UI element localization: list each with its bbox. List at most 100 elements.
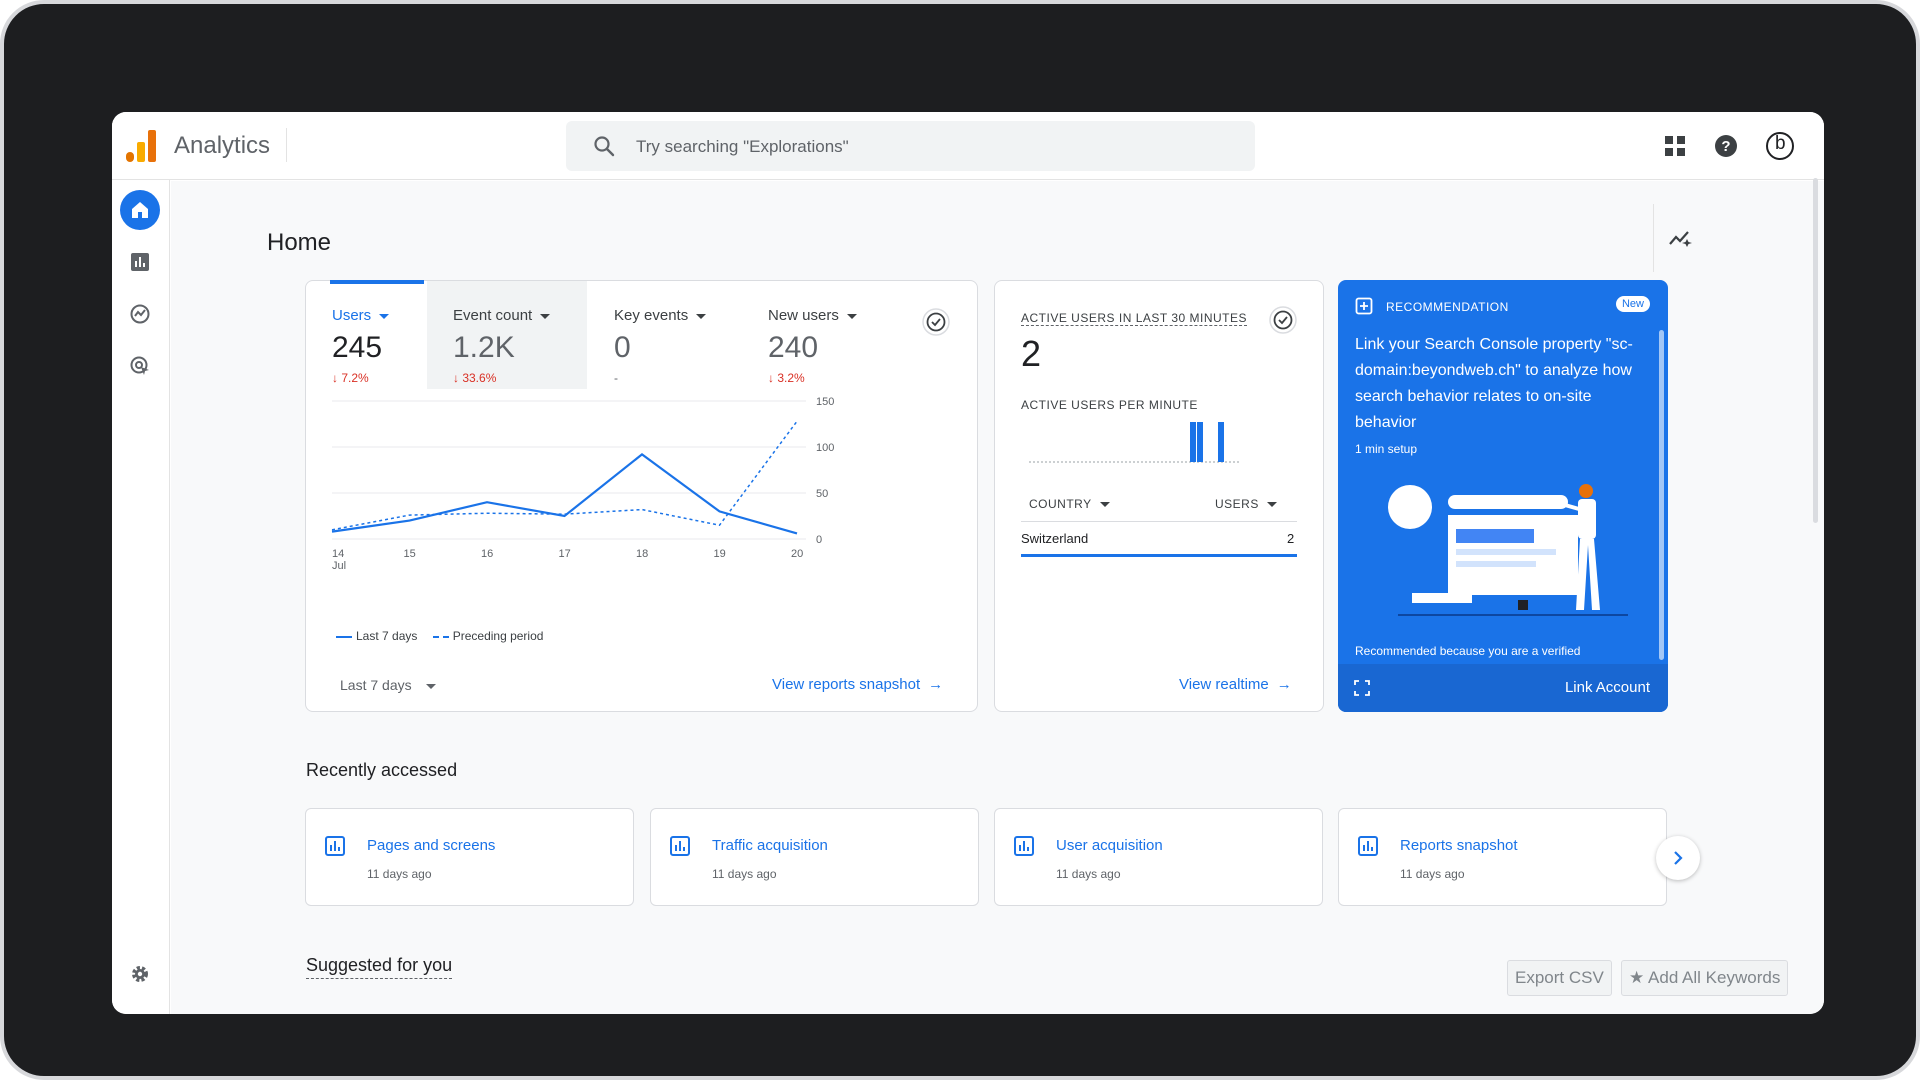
check-circle-icon[interactable] (1268, 305, 1298, 335)
caret-down-icon (1099, 502, 1110, 508)
minute-bar (1218, 422, 1224, 462)
x-tick-label: 14 (332, 548, 344, 560)
nav-advertising[interactable] (120, 346, 160, 386)
page-scrollbar[interactable] (1813, 178, 1818, 523)
bar-chart-icon (670, 836, 690, 856)
recently-accessed-title: Recently accessed (306, 760, 458, 780)
next-button[interactable] (1656, 836, 1700, 880)
realtime-title: ACTIVE USERS IN LAST 30 MINUTES (1021, 311, 1247, 326)
series-line-last-7-days (331, 452, 798, 535)
realtime-card: ACTIVE USERS IN LAST 30 MINUTES 2 ACTIVE… (994, 280, 1324, 712)
svg-text:?: ? (1721, 138, 1730, 155)
search-input[interactable]: Try searching "Explorations" (636, 137, 849, 157)
metrics-card: Users 245 ↓ 7.2% Event count 1.2K ↓ 33.6… (305, 280, 978, 712)
y-tick-label: 50 (816, 488, 828, 500)
y-tick-label: 150 (816, 396, 834, 408)
page-title: Home (267, 229, 332, 256)
new-badge: New (1615, 296, 1650, 312)
legend-label: Last 7 days (356, 629, 418, 643)
minute-bar (1197, 422, 1203, 462)
bar-chart-icon (1014, 836, 1034, 856)
active-users-count: 2 (1021, 333, 1042, 374)
recent-item-time: 11 days ago (367, 867, 432, 881)
bar-chart-icon (325, 836, 345, 856)
nav-home[interactable] (120, 190, 160, 230)
view-realtime-link[interactable]: View realtime → (1179, 676, 1292, 693)
divider (1653, 204, 1654, 272)
x-tick-sublabel: Jul (332, 560, 346, 572)
y-tick-label: 100 (816, 442, 834, 454)
search-icon (594, 136, 615, 157)
x-tick-label: 16 (481, 548, 493, 560)
setup-time: 1 min setup (1355, 442, 1418, 456)
left-nav-rail (112, 180, 170, 1014)
minute-bar (1190, 422, 1196, 462)
users-column-header[interactable]: USERS (1215, 497, 1277, 511)
legend-solid-swatch (336, 635, 352, 638)
nav-explore[interactable] (120, 294, 160, 334)
recent-item-reports-snapshot[interactable]: Reports snapshot 11 days ago (1338, 808, 1667, 906)
divider (286, 128, 287, 162)
recommendation-card: RECOMMENDATION New Link your Search Cons… (1338, 280, 1668, 712)
users-share-bar (1021, 554, 1297, 557)
recent-item-title: Reports snapshot (1400, 837, 1518, 854)
suggested-for-you-title: Suggested for you (306, 955, 453, 979)
illustration-person-browser (1388, 484, 1628, 616)
app-title[interactable]: Analytics (174, 132, 270, 160)
recent-item-time: 11 days ago (712, 867, 777, 881)
scrollbar[interactable] (1659, 330, 1664, 660)
analytics-logo[interactable] (126, 130, 156, 162)
recommendation-reason: Recommended because you are a verified (1355, 644, 1581, 658)
recent-item-traffic-acquisition[interactable]: Traffic acquisition 11 days ago (650, 808, 979, 906)
advertising-icon (130, 356, 149, 375)
users-line-chart: 150 100 50 0 14 15 16 17 18 19 20 Jul (331, 396, 834, 572)
x-tick-label: 19 (714, 548, 726, 560)
legend-dashed-swatch (432, 635, 449, 638)
bar-chart-icon (131, 253, 149, 271)
date-range-select[interactable]: Last 7 days (340, 677, 436, 693)
recent-item-pages-and-screens[interactable]: Pages and screens 11 days ago (305, 808, 634, 906)
arrow-right-icon: → (1276, 676, 1292, 693)
users-cell: 2 (1287, 531, 1295, 546)
search-bar[interactable]: Try searching "Explorations" (566, 121, 1255, 171)
x-tick-label: 20 (791, 548, 803, 560)
chevron-right-icon (1674, 851, 1683, 865)
avatar-letter: b (1775, 133, 1786, 154)
recent-item-title: Traffic acquisition (712, 837, 828, 854)
fullscreen-icon[interactable] (1354, 680, 1370, 696)
arrow-right-icon: → (928, 676, 944, 693)
apps-grid-icon[interactable] (1662, 133, 1688, 159)
add-box-icon (1355, 297, 1373, 315)
gear-icon (132, 966, 148, 982)
caret-down-icon (425, 683, 436, 689)
recent-item-title: User acquisition (1056, 837, 1163, 854)
bar-chart-icon (1358, 836, 1378, 856)
recent-item-title: Pages and screens (367, 837, 496, 854)
explore-icon (130, 304, 150, 324)
x-tick-label: 15 (404, 548, 416, 560)
country-cell: Switzerland (1021, 531, 1089, 546)
nav-admin[interactable] (120, 954, 160, 994)
x-tick-label: 17 (559, 548, 571, 560)
recent-item-time: 11 days ago (1056, 867, 1121, 881)
help-icon[interactable]: ? (1713, 133, 1739, 159)
view-reports-snapshot-link[interactable]: View reports snapshot → (772, 676, 943, 693)
y-tick-label: 0 (816, 534, 822, 546)
recommendation-header: RECOMMENDATION (1386, 300, 1509, 314)
country-column-header[interactable]: COUNTRY (1029, 497, 1110, 511)
link-account-button[interactable]: Link Account (1565, 679, 1650, 696)
recent-item-time: 11 days ago (1400, 867, 1465, 881)
export-csv-button[interactable]: Export CSV (1507, 960, 1612, 996)
caret-down-icon (1266, 502, 1277, 508)
x-tick-label: 18 (636, 548, 648, 560)
recent-item-user-acquisition[interactable]: User acquisition 11 days ago (994, 808, 1323, 906)
add-all-keywords-button[interactable]: ★ Add All Keywords (1621, 960, 1789, 996)
insights-icon[interactable] (1667, 224, 1695, 252)
home-icon (132, 202, 148, 218)
divider (1021, 521, 1297, 522)
per-minute-label: ACTIVE USERS PER MINUTE (1021, 398, 1198, 412)
recommendation-body: Link your Search Console property "sc-do… (1355, 336, 1633, 431)
nav-reports[interactable] (120, 242, 160, 282)
recommendation-footer: Link Account (1338, 664, 1668, 712)
per-minute-bar-chart (1029, 422, 1239, 463)
